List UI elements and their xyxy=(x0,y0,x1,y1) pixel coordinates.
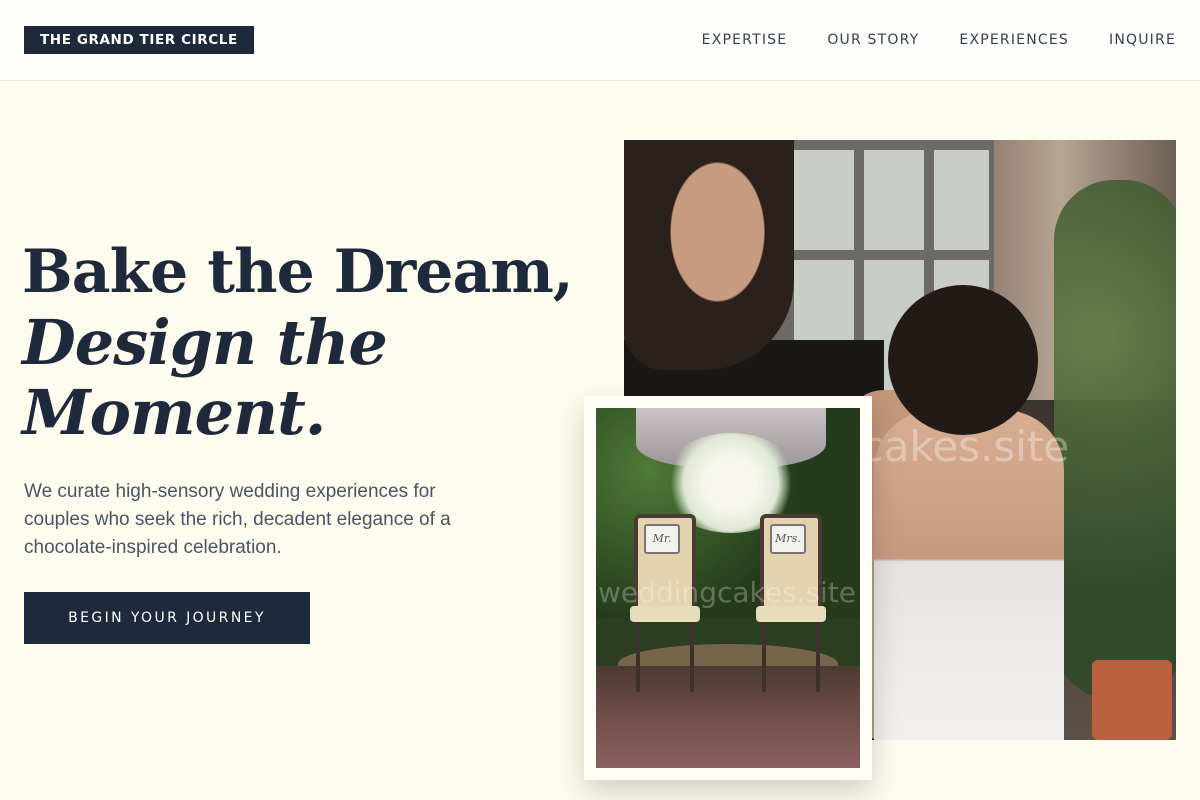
chair-leg xyxy=(816,622,820,692)
photo-pot xyxy=(1092,660,1172,740)
photo-plant xyxy=(1054,180,1176,700)
chair-seat xyxy=(630,606,700,622)
chair-leg xyxy=(636,622,640,692)
headline-line-2: Design the xyxy=(22,306,388,379)
begin-journey-button[interactable]: BEGIN YOUR JOURNEY xyxy=(24,592,310,644)
main-nav: EXPERTISE OUR STORY EXPERIENCES INQUIRE xyxy=(702,30,1176,50)
hero-secondary-photo-frame: Mr. Mrs. xyxy=(584,396,872,780)
nav-link-inquire[interactable]: INQUIRE xyxy=(1109,30,1176,50)
nav-link-experiences[interactable]: EXPERIENCES xyxy=(959,30,1069,50)
headline-line-1: Bake the Dream, xyxy=(22,237,574,307)
window-pane xyxy=(864,150,924,250)
chair-sign-mr: Mr. xyxy=(644,524,680,554)
chair-left: Mr. xyxy=(630,514,700,694)
hero-headline: Bake the Dream, Design the Moment. xyxy=(22,236,602,448)
hero-secondary-photo: Mr. Mrs. xyxy=(596,408,860,768)
chair-leg xyxy=(762,622,766,692)
site-header: THE GRAND TIER CIRCLE EXPERTISE OUR STOR… xyxy=(0,0,1200,81)
chair-seat xyxy=(756,606,826,622)
groom-head xyxy=(624,140,794,370)
window-pane xyxy=(934,150,989,250)
chair-leg xyxy=(690,622,694,692)
chair-sign-mrs: Mrs. xyxy=(770,524,806,554)
hero-subtext: We curate high-sensory wedding experienc… xyxy=(24,481,451,558)
brand-logo[interactable]: THE GRAND TIER CIRCLE xyxy=(24,26,254,54)
chair-right: Mrs. xyxy=(756,514,826,694)
nav-link-expertise[interactable]: EXPERTISE xyxy=(702,30,788,50)
headline-line-3: Moment. xyxy=(22,376,326,449)
nav-link-our-story[interactable]: OUR STORY xyxy=(827,30,919,50)
window-pane xyxy=(794,150,854,250)
bride-back xyxy=(874,410,1064,740)
bride-hair xyxy=(888,285,1038,435)
